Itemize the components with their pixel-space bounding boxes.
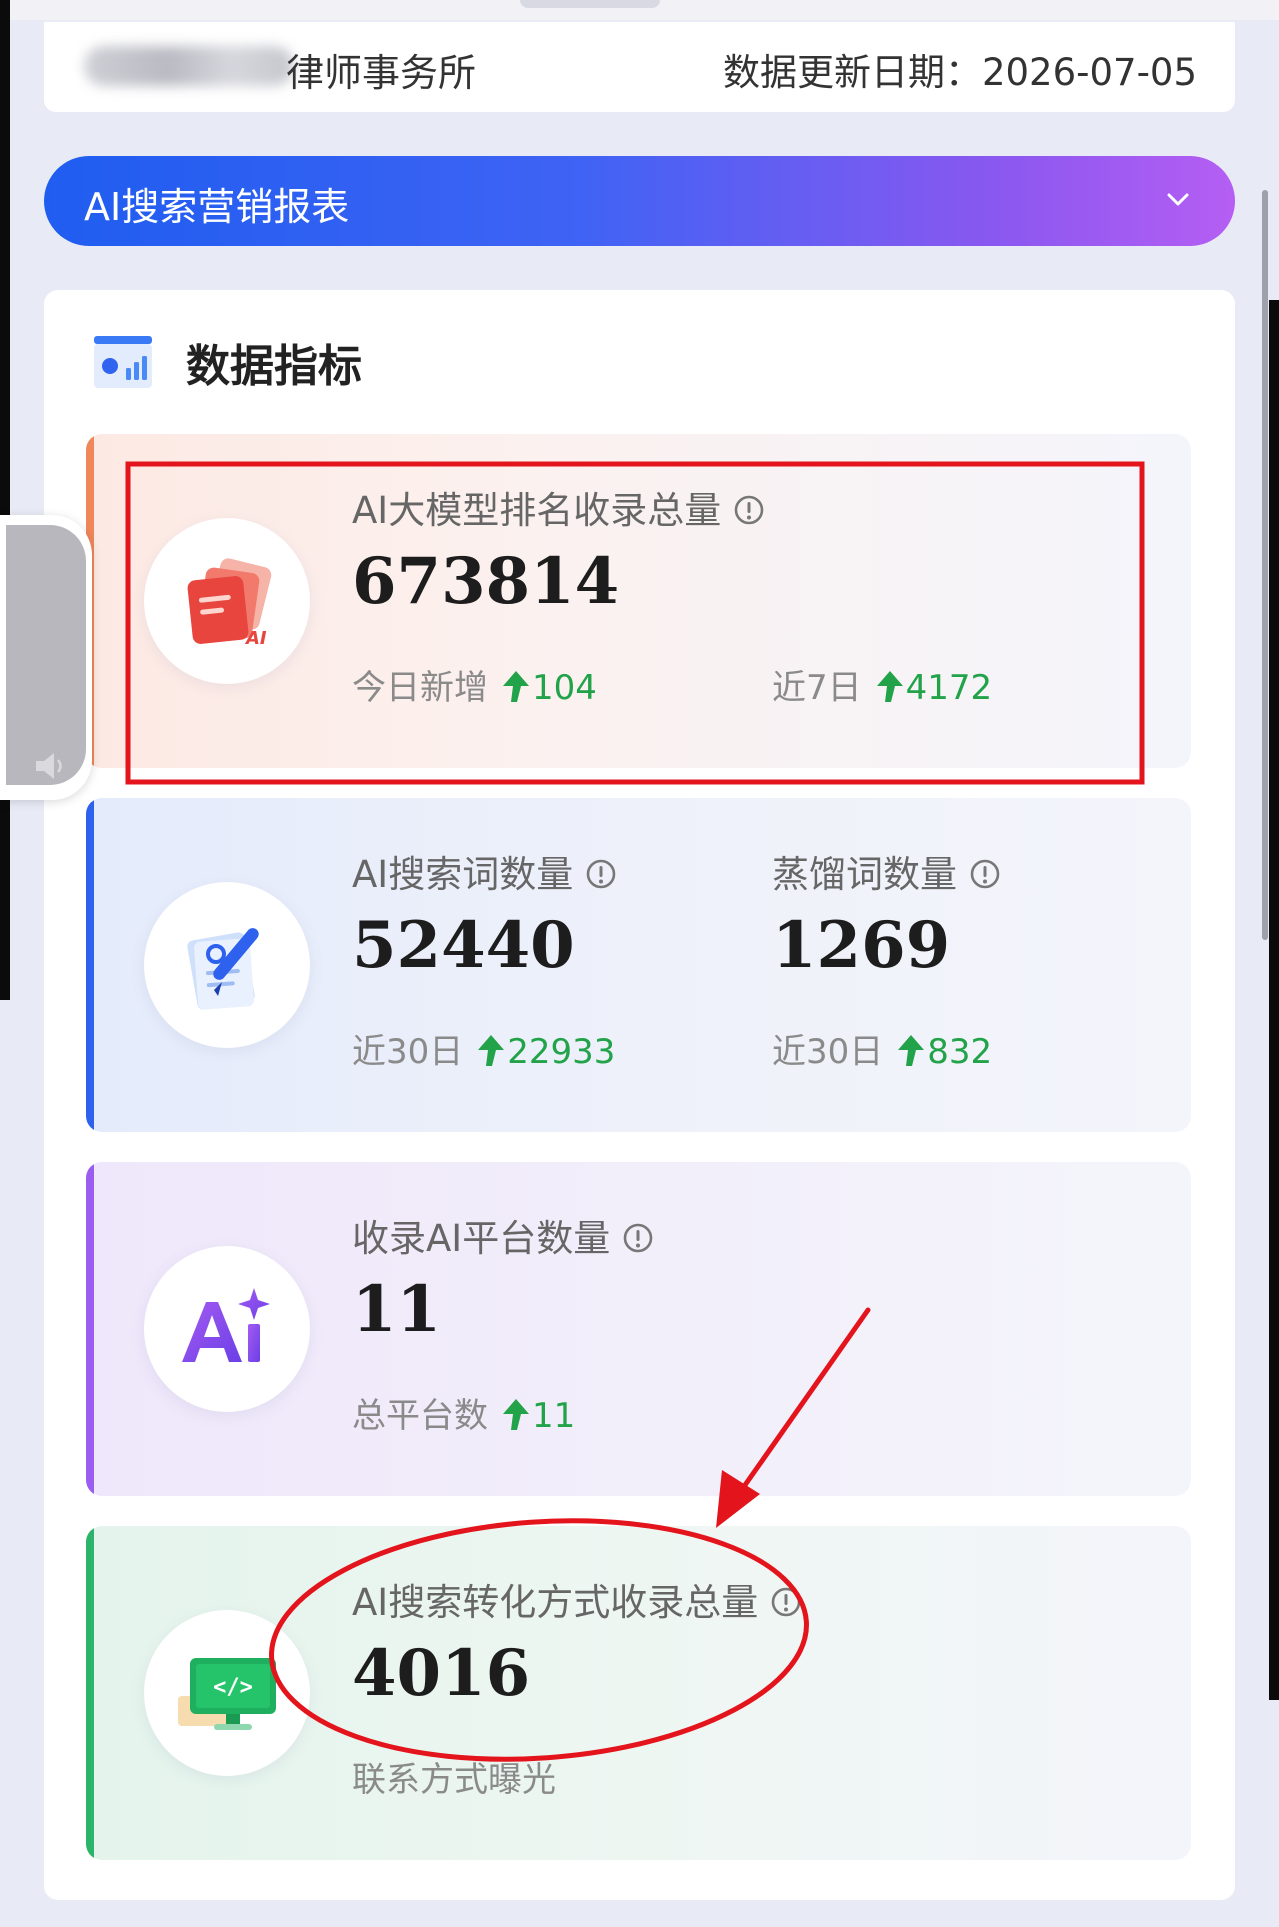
report-selector[interactable]: AI搜索营销报表 xyxy=(44,156,1235,246)
info-icon[interactable] xyxy=(585,858,617,890)
arrow-up-icon xyxy=(876,670,903,702)
metric-week-change: 近7日 4172 xyxy=(772,660,992,709)
metric-30day-change: 近30日 832 xyxy=(772,1024,992,1073)
card-icon-wrap: </> xyxy=(144,1610,310,1776)
metric-label-text: AI搜索转化方式收录总量 xyxy=(352,1581,759,1624)
metric-card-search-words[interactable]: AI搜索词数量 52440 近30日 22933 蒸馏词数量 1269 近30日 8… xyxy=(86,798,1191,1132)
card-accent-bar xyxy=(86,1526,94,1860)
metric-total-platforms: 总平台数 11 xyxy=(352,1388,575,1437)
change-value: 4172 xyxy=(905,668,993,708)
left-screen-edge xyxy=(0,0,10,1000)
change-label: 近30日 xyxy=(772,1032,884,1072)
card-icon-wrap: AI xyxy=(144,518,310,684)
arrow-up-icon xyxy=(478,1034,505,1066)
metric-contact-exposure: 联系方式曝光 xyxy=(352,1760,556,1800)
side-widget-body xyxy=(6,525,86,785)
speaker-icon xyxy=(36,753,62,779)
chevron-down-icon xyxy=(1167,193,1189,206)
arrow-up-icon xyxy=(503,670,529,702)
metric-label-text: AI搜索词数量 xyxy=(352,853,574,896)
metric-card-platforms[interactable]: 收录AI平台数量 11 总平台数 11 xyxy=(86,1162,1191,1496)
metric-value: 4016 xyxy=(352,1636,531,1711)
data-update-date: 数据更新日期：2026-07-05 xyxy=(722,51,1197,94)
metric-label: AI搜索词数量 xyxy=(352,844,617,898)
metric-label: AI搜索转化方式收录总量 xyxy=(352,1572,802,1626)
change-value: 832 xyxy=(927,1032,993,1072)
metric-label: AI大模型排名收录总量 xyxy=(352,480,765,534)
metric-label-text: 收录AI平台数量 xyxy=(352,1217,611,1260)
panel-title: 数据指标 xyxy=(186,341,362,392)
change-value: 11 xyxy=(532,1396,576,1436)
metric-value: 673814 xyxy=(352,544,620,619)
metric-card-ranking[interactable]: AI AI大模型排名收录总量 673814 今日新增 104 近7日 4172 xyxy=(86,434,1191,768)
metric-label-text: 蒸馏词数量 xyxy=(772,853,957,896)
card-accent-bar xyxy=(86,798,94,1132)
change-label: 近7日 xyxy=(772,668,862,708)
note-pen-icon xyxy=(187,928,259,1010)
info-icon[interactable] xyxy=(622,1222,654,1254)
monitor-code-icon: </> xyxy=(178,1658,276,1730)
header-card: 律师事务所 数据更新日期：2026-07-05 xyxy=(44,22,1235,112)
firm-name-blurred xyxy=(84,46,294,86)
card-accent-bar xyxy=(86,1162,94,1496)
change-label: 总平台数 xyxy=(352,1396,488,1436)
metric-card-conversion[interactable]: </> AI搜索转化方式收录总量 4016 联系方式曝光 xyxy=(86,1526,1191,1860)
change-label: 近30日 xyxy=(352,1032,464,1072)
metric-value: 52440 xyxy=(352,908,575,983)
arrow-up-icon xyxy=(898,1034,925,1066)
scrollbar-thumb[interactable] xyxy=(1262,190,1268,940)
svg-text:AI: AI xyxy=(244,628,267,649)
metric-label-text: AI大模型排名收录总量 xyxy=(352,489,722,532)
side-floating-widget[interactable] xyxy=(0,515,92,800)
change-value: 22933 xyxy=(507,1032,616,1072)
metric-30day-change: 近30日 22933 xyxy=(352,1024,615,1073)
info-icon[interactable] xyxy=(969,858,1001,890)
info-icon[interactable] xyxy=(770,1586,802,1618)
card-icon-wrap xyxy=(144,882,310,1048)
status-notch xyxy=(520,0,660,8)
top-strip xyxy=(0,0,1279,20)
right-screen-edge xyxy=(1269,300,1279,1700)
metric-value: 11 xyxy=(352,1272,442,1347)
change-label: 今日新增 xyxy=(352,668,488,708)
firm-name-suffix: 律师事务所 xyxy=(286,51,477,95)
dashboard-icon xyxy=(94,336,152,388)
info-icon[interactable] xyxy=(733,494,765,526)
documents-ai-icon: AI xyxy=(187,558,272,649)
metric-label: 收录AI平台数量 xyxy=(352,1208,654,1262)
change-value: 104 xyxy=(532,668,597,708)
arrow-up-icon xyxy=(503,1398,529,1430)
metrics-panel: 数据指标 AI AI大模型排名收录总量 673814 今日新增 104 近7日 41… xyxy=(44,290,1235,1900)
svg-text:</>: </> xyxy=(213,1675,253,1700)
report-selector-label: AI搜索营销报表 xyxy=(84,185,350,229)
card-icon-wrap xyxy=(144,1246,310,1412)
metric-label: 蒸馏词数量 xyxy=(772,844,1001,898)
ai-sparkle-icon xyxy=(182,1288,270,1362)
metric-today-change: 今日新增 104 xyxy=(352,660,597,709)
metric-value: 1269 xyxy=(772,908,951,983)
